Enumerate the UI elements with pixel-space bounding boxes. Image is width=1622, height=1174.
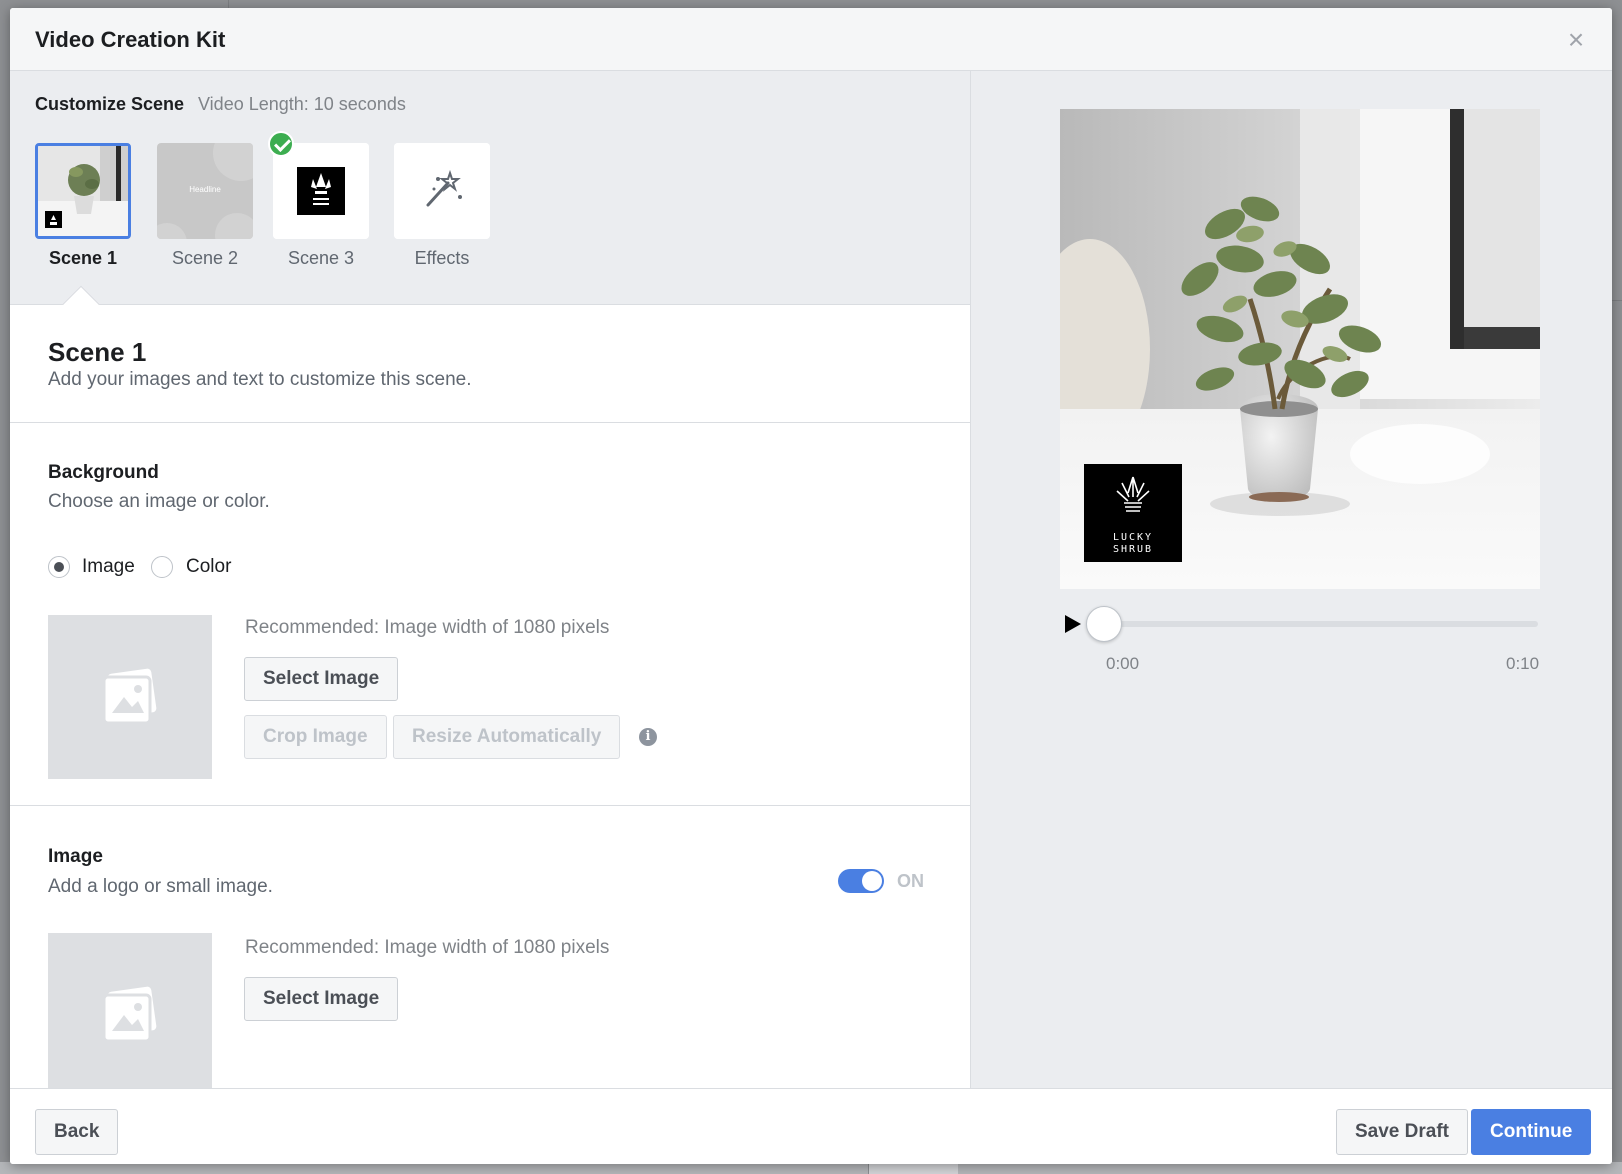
close-icon[interactable]: × — [1562, 26, 1590, 54]
background-section: Background Choose an image or color. Ima… — [10, 423, 970, 806]
background-select-image-button[interactable]: Select Image — [244, 657, 399, 701]
logo-line-2: SHRUB — [1112, 544, 1154, 555]
image-description: Add a logo or small image. — [48, 876, 273, 897]
image-radio[interactable] — [48, 556, 70, 578]
plant-photo-thumbnail — [38, 146, 128, 236]
crop-image-button: Crop Image — [244, 715, 387, 759]
scene-2-headline: Headline — [189, 185, 221, 194]
modal-title: Video Creation Kit — [35, 27, 226, 52]
back-button[interactable]: Back — [35, 1109, 119, 1155]
image-toggle[interactable] — [838, 869, 884, 893]
time-start: 0:00 — [1106, 654, 1140, 673]
image-icon — [102, 986, 157, 1043]
effects-label[interactable]: Effects — [394, 248, 490, 269]
scene-title: Scene 1 — [48, 337, 147, 367]
background-image-placeholder[interactable] — [48, 615, 212, 779]
background-recommendation: Recommended: Image width of 1080 pixels — [245, 617, 610, 638]
image-radio-label[interactable]: Image — [82, 556, 135, 578]
scene-header-section: Scene 1 Add your images and text to cust… — [10, 305, 970, 423]
scene-3-thumbnail[interactable] — [273, 143, 369, 239]
backdrop-divider — [1612, 300, 1622, 301]
strip-title: Customize Scene — [35, 94, 185, 114]
modal-footer: Back Save Draft Continue — [10, 1088, 1612, 1164]
image-recommendation: Recommended: Image width of 1080 pixels — [245, 937, 610, 958]
resize-automatically-button: Resize Automatically — [393, 715, 621, 759]
preview-pane: LUCKY SHRUB 0:00 0:10 — [971, 71, 1612, 1088]
preview-logo-text: LUCKY SHRUB — [1084, 532, 1182, 556]
scene-1-label[interactable]: Scene 1 — [35, 248, 131, 269]
video-scrubber-track[interactable] — [1101, 621, 1538, 627]
color-radio-label[interactable]: Color — [186, 556, 231, 578]
scene-selector: Customize Scene Video Length: 10 seconds — [10, 71, 970, 323]
logo-line-1: LUCKY — [1112, 532, 1154, 543]
video-scrubber-handle[interactable] — [1086, 606, 1122, 642]
color-radio[interactable] — [151, 556, 173, 578]
modal-header: Video Creation Kit × — [10, 8, 1612, 71]
continue-button[interactable]: Continue — [1471, 1109, 1592, 1155]
video-preview[interactable]: LUCKY SHRUB — [1060, 109, 1540, 589]
editor-pane[interactable]: Customize Scene Video Length: 10 seconds — [10, 71, 971, 1088]
info-icon[interactable]: i — [639, 728, 657, 746]
check-icon — [268, 131, 294, 157]
background-title: Background — [48, 462, 159, 483]
magic-wand-icon — [394, 143, 490, 239]
plant-preview-image — [1060, 109, 1540, 589]
effects-thumbnail[interactable] — [394, 143, 490, 239]
video-creation-modal: Video Creation Kit × Customize Scene Vid… — [10, 8, 1612, 1164]
play-icon[interactable] — [1064, 614, 1082, 634]
video-length: Video Length: 10 seconds — [198, 94, 406, 114]
background-description: Choose an image or color. — [48, 491, 270, 512]
save-draft-button[interactable]: Save Draft — [1336, 1109, 1468, 1155]
image-title: Image — [48, 846, 103, 867]
scene-2-label[interactable]: Scene 2 — [157, 248, 253, 269]
time-end: 0:10 — [1506, 654, 1540, 673]
scene-description: Add your images and text to customize th… — [48, 369, 472, 390]
logo-thumbnail — [273, 143, 369, 239]
image-toggle-label: ON — [897, 871, 924, 891]
scene-2-thumbnail[interactable]: Headline — [157, 143, 253, 239]
image-icon — [102, 668, 157, 725]
logo-image-placeholder[interactable] — [48, 933, 212, 1088]
scene-3-label[interactable]: Scene 3 — [273, 248, 369, 269]
logo-select-image-button[interactable]: Select Image — [244, 977, 399, 1021]
image-section: Image Add a logo or small image. ON Reco… — [10, 806, 970, 1088]
scene-1-thumbnail[interactable] — [35, 143, 131, 239]
